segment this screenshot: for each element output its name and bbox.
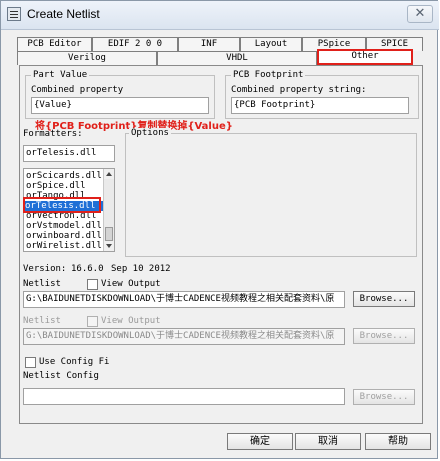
part-value-field[interactable]: {Value} — [31, 97, 209, 114]
close-icon[interactable]: ✕ — [407, 5, 433, 23]
netlist-label: Netlist — [23, 279, 61, 289]
tab-vhdl[interactable]: VHDL — [157, 51, 317, 65]
part-value-combined-label: Combined property — [31, 85, 124, 95]
view-output-label: View Output — [101, 279, 161, 289]
window-title: Create Netlist — [27, 7, 100, 21]
list-item[interactable]: orSpice.dll — [26, 181, 102, 191]
netlist-path-field[interactable]: G:\BAIDUNETDISKDOWNLOAD\于博士CADENCE视频教程之相… — [23, 291, 345, 308]
tab-layout[interactable]: Layout — [240, 37, 302, 51]
ok-button[interactable]: 确定 — [227, 433, 293, 450]
netlist-browse-button[interactable]: Browse... — [353, 291, 415, 307]
list-item[interactable]: orScicards.dll — [26, 171, 102, 181]
tab-other[interactable]: Other — [317, 49, 413, 65]
use-config-label: Use Config Fi — [39, 357, 110, 367]
netlist2-browse-button[interactable]: Browse... — [353, 328, 415, 344]
tab-inf[interactable]: INF — [178, 37, 240, 51]
config-browse-button[interactable]: Browse... — [353, 389, 415, 405]
netlist-config-field[interactable] — [23, 388, 345, 405]
cancel-button[interactable]: 取消 — [295, 433, 361, 450]
scroll-up-icon[interactable] — [104, 169, 114, 179]
scroll-thumb[interactable] — [105, 227, 113, 241]
pcb-footprint-combined-label: Combined property string: — [231, 85, 367, 95]
tab-verilog[interactable]: Verilog — [17, 51, 157, 65]
view-output-checkbox[interactable] — [87, 279, 98, 290]
version-label: Version: — [23, 264, 67, 274]
scroll-down-icon[interactable] — [104, 241, 114, 251]
list-item[interactable]: orwinboard.dll — [26, 231, 102, 241]
list-scrollbar[interactable] — [103, 169, 114, 251]
create-netlist-dialog: Create Netlist ✕ PCB Editor EDIF 2 0 0 I… — [0, 0, 439, 459]
pcb-footprint-group-label: PCB Footprint — [231, 70, 306, 80]
formatters-field[interactable]: orTelesis.dll — [23, 145, 115, 162]
tab-pcb-editor[interactable]: PCB Editor — [17, 37, 92, 51]
tab-edif[interactable]: EDIF 2 0 0 — [92, 37, 178, 51]
use-config-checkbox[interactable] — [25, 357, 36, 368]
pcb-footprint-field[interactable]: {PCB Footprint} — [231, 97, 409, 114]
netlist-config-label: Netlist Config — [23, 371, 99, 381]
list-item[interactable]: orVstmodel.dll — [26, 221, 102, 231]
netlist2-label: Netlist — [23, 316, 61, 326]
options-group — [125, 133, 417, 257]
selection-highlight — [23, 197, 101, 213]
view-output-checkbox-2[interactable] — [87, 316, 98, 327]
version-date: Sep 10 2012 — [111, 264, 171, 274]
options-group-label: Options — [129, 128, 171, 138]
version-value: 16.6.0 — [71, 264, 104, 274]
list-item[interactable]: orWirelist.dll — [26, 241, 102, 251]
title-bar: Create Netlist ✕ — [1, 1, 439, 30]
app-icon — [7, 7, 21, 21]
view-output-label-2: View Output — [101, 316, 161, 326]
part-value-group-label: Part Value — [31, 70, 90, 80]
netlist2-path-field[interactable]: G:\BAIDUNETDISKDOWNLOAD\于博士CADENCE视频教程之相… — [23, 328, 345, 345]
help-button[interactable]: 帮助 — [365, 433, 431, 450]
formatters-label: Formatters: — [23, 129, 83, 139]
